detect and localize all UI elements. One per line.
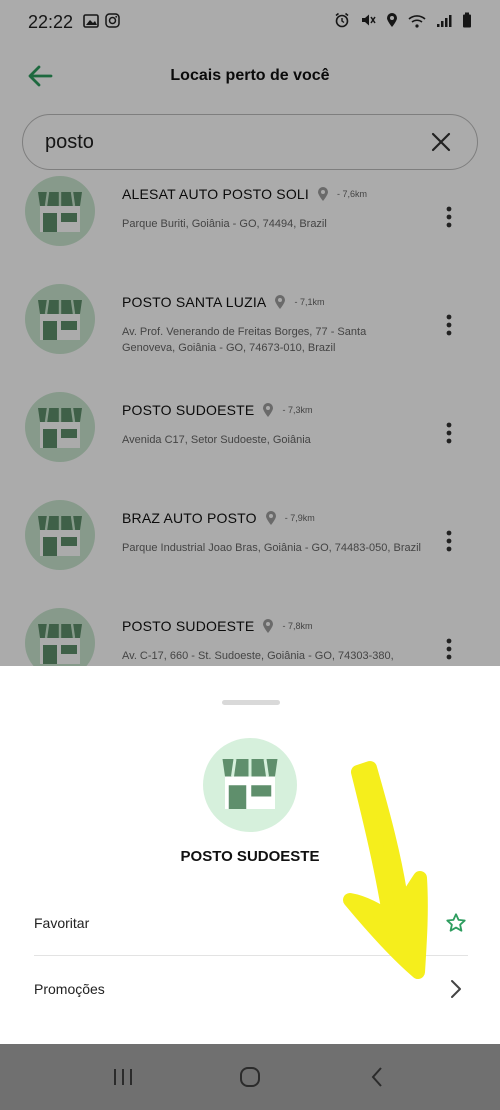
app-screen: 22:22 Locais perto de você posto ALESAT … [0, 0, 500, 1110]
home-button[interactable] [230, 1057, 270, 1097]
store-icon [203, 738, 297, 832]
favoritar-label: Favoritar [34, 914, 90, 931]
drag-handle[interactable] [222, 700, 280, 705]
recent-apps-icon [114, 1069, 133, 1085]
annotation-arrow [343, 761, 428, 979]
promocoes-label: Promoções [34, 981, 105, 997]
back-icon [371, 1067, 382, 1087]
modal-scrim[interactable] [0, 0, 500, 666]
home-icon [239, 1067, 260, 1087]
recent-apps-button[interactable] [103, 1057, 143, 1097]
system-nav-bar [0, 1044, 500, 1110]
nav-back-button[interactable] [357, 1057, 397, 1097]
